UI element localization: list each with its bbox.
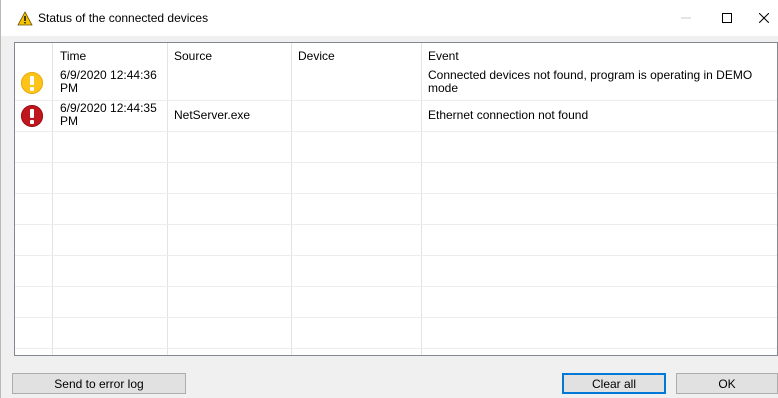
- column-header-time[interactable]: Time: [60, 49, 86, 63]
- column-divider[interactable]: [421, 43, 422, 355]
- row-divider: [15, 348, 777, 349]
- column-divider: [52, 43, 53, 355]
- minimize-icon: [681, 17, 691, 19]
- row-divider: [15, 255, 777, 256]
- row-divider: [15, 224, 777, 225]
- send-to-error-log-button[interactable]: Send to error log: [12, 373, 186, 394]
- time-cell: 6/9/2020 12:44:36 PM: [60, 69, 157, 95]
- row-divider: [15, 286, 777, 287]
- time-line: PM: [60, 81, 78, 95]
- warning-triangle-icon: [17, 11, 33, 26]
- status-dialog: Status of the connected devices Time Sou…: [0, 0, 778, 398]
- close-button[interactable]: [741, 0, 778, 36]
- ok-button[interactable]: OK: [676, 373, 778, 394]
- column-divider[interactable]: [167, 43, 168, 355]
- maximize-icon: [722, 13, 732, 23]
- time-cell: 6/9/2020 12:44:35 PM: [60, 102, 157, 128]
- row-divider: [15, 131, 777, 132]
- event-line: Connected devices not found, program is …: [428, 68, 753, 82]
- event-cell: Connected devices not found, program is …: [428, 69, 752, 95]
- column-divider[interactable]: [291, 43, 292, 355]
- minimize-button[interactable]: [663, 0, 709, 36]
- time-line: PM: [60, 114, 78, 128]
- column-header-event[interactable]: Event: [428, 49, 459, 63]
- error-circle-icon: [21, 105, 43, 127]
- event-cell: Ethernet connection not found: [428, 108, 589, 122]
- row-divider: [15, 317, 777, 318]
- clear-all-button[interactable]: Clear all: [562, 373, 666, 394]
- row-divider: [15, 162, 777, 163]
- column-header-source[interactable]: Source: [174, 49, 212, 63]
- title-bar[interactable]: Status of the connected devices: [1, 0, 778, 36]
- warning-circle-icon: [21, 72, 43, 94]
- events-table[interactable]: Time Source Device Event 6/9/2020 12:44:…: [14, 42, 778, 356]
- column-header-device[interactable]: Device: [298, 49, 335, 63]
- event-line: mode: [428, 81, 459, 95]
- close-icon: [759, 13, 769, 23]
- row-divider: [15, 193, 777, 194]
- source-cell: NetServer.exe: [174, 108, 251, 122]
- window-title: Status of the connected devices: [38, 11, 209, 25]
